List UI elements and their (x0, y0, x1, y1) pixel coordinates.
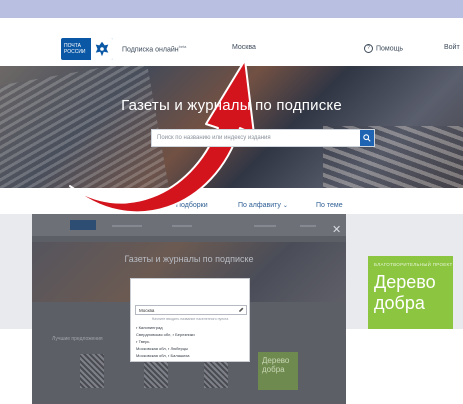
subscription-link[interactable]: Подписка онлайнbeta (122, 44, 186, 53)
city-input[interactable]: Москва (135, 305, 247, 315)
subscription-label: Подписка онлайн (122, 46, 179, 54)
russian-post-logo[interactable]: ПОЧТА РОССИИ (61, 38, 113, 60)
promo-title: Дерево добра (374, 272, 436, 313)
beta-badge: beta (178, 44, 187, 49)
help-label: Помощь (376, 45, 404, 53)
overlay-header (32, 214, 346, 236)
city-input-hint: Начните вводить название населенного пун… (151, 317, 229, 321)
city-option[interactable]: Московская обл, г Люберцы (136, 346, 188, 351)
chevron-down-icon: ⌄ (282, 203, 288, 209)
magazine-thumbnail[interactable] (80, 354, 104, 388)
overlay-promo[interactable]: Дерево добра (258, 352, 298, 390)
edit-icon (239, 307, 244, 312)
overlay-promo-text: Дерево добра (262, 356, 290, 374)
help-icon: ? (364, 44, 373, 53)
eagle-emblem-icon (91, 38, 113, 60)
search-box[interactable]: Поиск по названию или индексу издания (151, 129, 375, 147)
overlay-header-item (254, 225, 276, 227)
logo-text: ПОЧТА РОССИИ (64, 43, 86, 55)
city-selection-screenshot: ✕ Газеты и журналы по подписке Лучшие пр… (32, 214, 346, 404)
overlay-header-item (112, 225, 142, 227)
overlay-header-item (172, 225, 192, 227)
site-header: ПОЧТА РОССИИ Подписка онлайнbeta Москва … (0, 30, 463, 66)
overlay-header-item (300, 225, 316, 227)
city-selector[interactable]: Москва (232, 44, 256, 51)
hero-shade (0, 66, 463, 188)
hero-title: Газеты и журналы по подписке (121, 97, 342, 114)
overlay-logo (70, 220, 96, 230)
city-option[interactable]: г Тверь (136, 339, 149, 344)
nav-topic[interactable]: По теме (316, 202, 343, 209)
city-dropdown[interactable]: Москва Начните вводить название населенн… (130, 278, 250, 362)
overlay-section-title: Лучшие предложения (52, 336, 103, 342)
hero-banner: Газеты и журналы по подписке Поиск по на… (0, 66, 463, 188)
catalog-nav: Подборки По алфавиту ⌄ По теме (0, 188, 463, 214)
nav-alphabet[interactable]: По алфавиту ⌄ (238, 202, 288, 209)
close-icon[interactable]: ✕ (332, 223, 341, 236)
login-link[interactable]: Войт (444, 44, 460, 51)
top-bar (0, 0, 463, 18)
promo-banner[interactable]: БЛАГОТВОРИТЕЛЬНЫЙ ПРОЕКТ Дерево добра (368, 256, 453, 329)
nav-collections[interactable]: Подборки (176, 202, 208, 209)
city-option[interactable]: Свердловская обл, г Березники (136, 332, 195, 337)
help-link[interactable]: ? Помощь (364, 44, 403, 53)
overlay-title: Газеты и журналы по подписке (124, 254, 254, 264)
city-input-value: Москва (139, 307, 155, 313)
search-input[interactable]: Поиск по названию или индексу издания (152, 135, 360, 141)
promo-caption: БЛАГОТВОРИТЕЛЬНЫЙ ПРОЕКТ (374, 262, 453, 267)
search-icon (363, 134, 371, 142)
city-option[interactable]: Московская обл, г Балашиха (136, 353, 190, 358)
nav-alphabet-label: По алфавиту (238, 202, 281, 209)
city-option[interactable]: г Калининград (136, 325, 163, 330)
search-button[interactable] (360, 130, 374, 146)
